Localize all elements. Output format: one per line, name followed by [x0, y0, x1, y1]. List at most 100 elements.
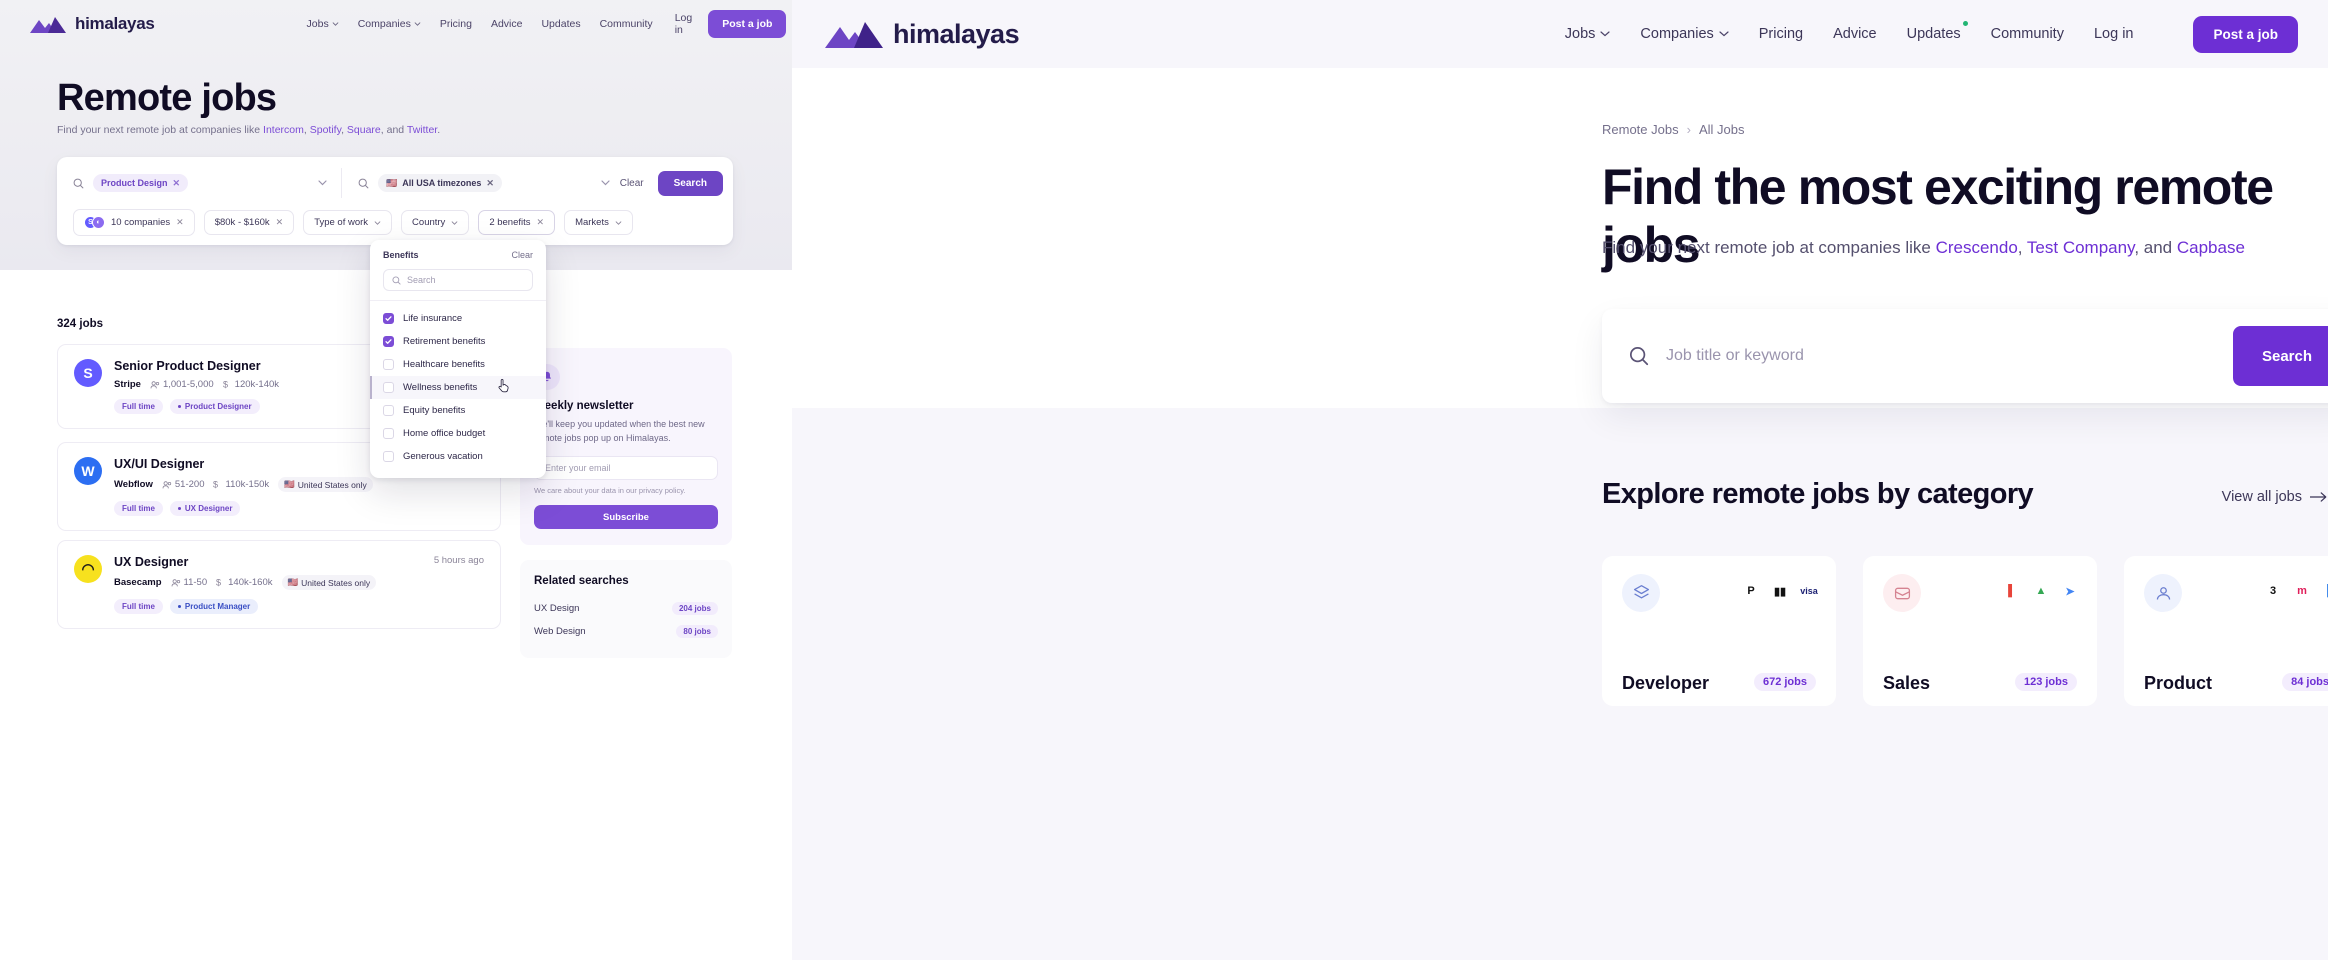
checkbox-icon[interactable] — [383, 359, 394, 370]
benefit-option-life-insurance[interactable]: Life insurance — [370, 307, 546, 330]
job-tag[interactable]: UX Designer — [169, 501, 241, 516]
avatar: ◐ — [92, 216, 105, 229]
breadcrumb-item-remote-jobs[interactable]: Remote Jobs — [1602, 122, 1679, 137]
lede-company-1[interactable]: Crescendo — [1936, 238, 2018, 257]
job-company[interactable]: Webflow — [114, 479, 153, 490]
filter-pill-markets[interactable]: Markets — [564, 210, 633, 235]
remove-timezone-icon[interactable]: ✕ — [486, 178, 494, 189]
job-title[interactable]: UX/UI Designer — [114, 457, 373, 471]
nav-item-pricing[interactable]: Pricing — [1759, 26, 1803, 42]
page-subtitle: Find your next remote job at companies l… — [57, 124, 441, 136]
nav-item-community[interactable]: Community — [600, 18, 653, 30]
job-tag[interactable]: Product Designer — [169, 399, 260, 414]
filter-pill-type-of-work[interactable]: Type of work — [303, 210, 393, 235]
hero-search-button[interactable]: Search — [2233, 326, 2328, 386]
chevron-down-icon[interactable] — [318, 180, 327, 186]
remove-filter-icon[interactable]: ✕ — [537, 217, 545, 228]
nav-item-pricing[interactable]: Pricing — [440, 18, 472, 30]
login-link[interactable]: Log in — [2094, 26, 2134, 42]
job-company[interactable]: Basecamp — [114, 577, 162, 588]
benefit-option-wellness-benefits[interactable]: Wellness benefits — [370, 376, 546, 399]
timezone-field[interactable]: 🇺🇸 All USA timezones ✕ — [342, 174, 610, 192]
post-a-job-button[interactable]: Post a job — [708, 10, 787, 38]
himalayas-logo[interactable]: himalayas — [28, 14, 155, 34]
job-tag[interactable]: Product Manager — [169, 599, 259, 614]
lede-company-2[interactable]: Test Company — [2027, 238, 2134, 257]
login-link[interactable]: Log in — [675, 12, 693, 36]
remove-filter-icon[interactable]: ✕ — [176, 217, 184, 228]
filter-pill-benefits[interactable]: 2 benefits ✕ — [478, 210, 556, 235]
keyword-search-field[interactable]: Product Design ✕ — [73, 174, 341, 192]
benefits-search-input[interactable]: Search — [383, 269, 533, 291]
chevron-down-icon — [1600, 31, 1611, 37]
category-job-count: 672 jobs — [1753, 673, 1816, 691]
subtitle-company-2[interactable]: Spotify — [310, 124, 341, 136]
job-company[interactable]: Stripe — [114, 379, 141, 390]
breadcrumb-item-all-jobs[interactable]: All Jobs — [1699, 122, 1745, 137]
filter-pill-country[interactable]: Country — [401, 210, 470, 235]
post-a-job-button[interactable]: Post a job — [2193, 15, 2298, 53]
keyword-chip[interactable]: Product Design ✕ — [93, 174, 189, 192]
related-search-row[interactable]: UX Design 204 jobs — [534, 597, 718, 620]
benefit-option-generous-vacation[interactable]: Generous vacation — [370, 445, 546, 468]
timezone-chip-label: All USA timezones — [402, 178, 482, 188]
category-card-sales[interactable]: ▌ ▲ ➤ Sales 123 jobs — [1863, 556, 2097, 706]
search-submit-button[interactable]: Search — [657, 170, 723, 196]
nav-item-companies[interactable]: Companies — [1640, 26, 1729, 42]
us-flag-icon: 🇺🇸 — [287, 577, 299, 587]
logo-text: himalayas — [75, 14, 155, 33]
hero-search-input[interactable]: Job title or keyword — [1666, 347, 1804, 365]
nav-item-updates[interactable]: Updates — [1907, 21, 1968, 42]
nav-item-companies[interactable]: Companies — [358, 18, 421, 30]
view-all-jobs-link[interactable]: View all jobs — [2222, 489, 2328, 505]
checkbox-icon[interactable] — [383, 428, 394, 439]
job-title[interactable]: UX Designer — [114, 555, 376, 569]
nav-item-community[interactable]: Community — [1991, 26, 2064, 42]
nav-item-jobs[interactable]: Jobs — [307, 18, 339, 30]
nav-item-advice[interactable]: Advice — [491, 18, 523, 30]
newsletter-email-input[interactable]: Enter your email — [534, 456, 718, 480]
job-tag[interactable]: Full time — [114, 599, 163, 614]
subtitle-company-1[interactable]: Intercom — [263, 124, 304, 136]
job-salary-value: 110k-150k — [225, 479, 270, 490]
job-card-info: UX/UI Designer Webflow 51-200 $ 110k-150… — [114, 457, 373, 492]
job-card-top: ◠ UX Designer Basecamp 11-50 $ 140k-160k — [74, 555, 484, 590]
benefit-option-healthcare-benefits[interactable]: Healthcare benefits — [370, 353, 546, 376]
benefit-option-retirement-benefits[interactable]: Retirement benefits — [370, 330, 546, 353]
nav-item-updates[interactable]: Updates — [541, 18, 580, 30]
benefits-clear-button[interactable]: Clear — [511, 250, 533, 260]
himalayas-logo[interactable]: himalayas — [822, 18, 1020, 50]
newsletter-subscribe-button[interactable]: Subscribe — [534, 505, 718, 529]
category-company-logos: ▌ ▲ ➤ — [2001, 580, 2081, 602]
related-search-row[interactable]: Web Design 80 jobs — [534, 620, 718, 643]
remove-filter-icon[interactable]: ✕ — [276, 217, 284, 228]
svg-text:$: $ — [223, 380, 228, 390]
checkbox-icon[interactable] — [383, 451, 394, 462]
benefit-option-home-office-budget[interactable]: Home office budget — [370, 422, 546, 445]
benefit-option-equity-benefits[interactable]: Equity benefits — [370, 399, 546, 422]
clear-filters-button[interactable]: Clear — [620, 178, 644, 189]
mouse-cursor-icon — [497, 378, 510, 397]
checkbox-icon[interactable] — [383, 382, 394, 393]
nav-item-jobs[interactable]: Jobs — [1565, 26, 1611, 42]
lede-company-3[interactable]: Capbase — [2177, 238, 2245, 257]
job-card[interactable]: 5 hours ago ◠ UX Designer Basecamp 11-50… — [57, 540, 501, 629]
category-card-product[interactable]: 3 m ▌ Product 84 jobs — [2124, 556, 2328, 706]
checkbox-icon[interactable] — [383, 405, 394, 416]
job-tag[interactable]: Full time — [114, 399, 163, 414]
subtitle-company-3[interactable]: Square — [347, 124, 381, 136]
filter-pill-companies[interactable]: S ◐ 10 companies ✕ — [73, 209, 195, 236]
remove-keyword-icon[interactable]: ✕ — [173, 178, 181, 189]
category-card-developer[interactable]: P ▮▮ visa Developer 672 jobs — [1602, 556, 1836, 706]
checkbox-checked-icon[interactable] — [383, 313, 394, 324]
subtitle-company-4[interactable]: Twitter — [407, 124, 437, 136]
job-tag[interactable]: Full time — [114, 501, 163, 516]
nav-item-advice[interactable]: Advice — [1833, 26, 1877, 42]
related-searches-title: Related searches — [534, 575, 629, 587]
timezone-chip[interactable]: 🇺🇸 All USA timezones ✕ — [378, 174, 502, 192]
chevron-down-icon[interactable] — [601, 180, 610, 186]
filter-pill-salary[interactable]: $80k - $160k ✕ — [203, 210, 295, 235]
chevron-down-icon — [374, 220, 381, 225]
checkbox-checked-icon[interactable] — [383, 336, 394, 347]
job-title[interactable]: Senior Product Designer — [114, 359, 279, 373]
